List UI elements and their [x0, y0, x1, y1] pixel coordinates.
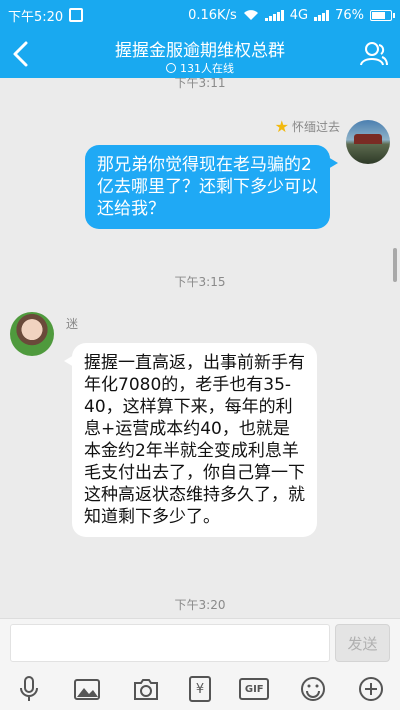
sender-nickname: ★ 怀缅过去 [275, 118, 340, 135]
scrollbar[interactable] [393, 248, 397, 282]
sender-name: 怀缅过去 [291, 120, 340, 134]
timestamp: 下午3:11 [174, 78, 226, 90]
gif-label: GIF [244, 683, 264, 695]
timestamp: 下午3:15 [174, 275, 226, 289]
online-icon [166, 63, 176, 73]
mic-icon[interactable] [14, 674, 44, 704]
emoji-icon[interactable] [298, 674, 328, 704]
qr-scan-icon [69, 8, 84, 22]
red-packet-label: ¥ [195, 681, 205, 697]
avatar[interactable] [346, 120, 390, 164]
battery-icon [370, 9, 395, 21]
signal-icon-2 [314, 9, 330, 21]
chat-title: 握握金服逾期维权总群 [115, 41, 285, 61]
input-toolbar: ¥ GIF [0, 668, 400, 710]
gif-icon[interactable]: GIF [239, 678, 270, 700]
status-bar: 下午5:20 0.16K/s 4G 76% [0, 0, 400, 30]
timestamp: 下午3:20 [174, 598, 226, 612]
avatar[interactable] [10, 312, 54, 356]
status-time: 下午5:20 [8, 9, 64, 25]
wifi-icon [243, 10, 258, 20]
plus-icon[interactable] [356, 674, 386, 704]
message-bubble[interactable]: 握握一直高返，出事前新手有年化7080的，老手也有35-40，这样算下来，每年的… [64, 343, 317, 537]
group-profile-icon[interactable] [358, 38, 390, 70]
battery-percent: 76% [335, 7, 364, 23]
message-input[interactable] [10, 624, 330, 662]
sender-nickname: 迷 [66, 317, 79, 331]
online-count-label: 131人在线 [180, 62, 234, 75]
back-arrow-icon[interactable] [6, 38, 38, 70]
title-bar: 握握金服逾期维权总群 131人在线 [0, 30, 400, 78]
input-bar: 发送 [0, 618, 400, 668]
chat-area[interactable]: 下午3:11 ★ 怀缅过去 那兄弟你觉得现在老马骗的2亿去哪里了？还剩下多少可以… [0, 78, 400, 618]
star-icon: ★ [274, 116, 289, 136]
camera-icon[interactable] [131, 674, 161, 704]
network-speed: 0.16K/s [188, 7, 237, 23]
message-bubble[interactable]: 那兄弟你觉得现在老马骗的2亿去哪里了？还剩下多少可以还给我？ [85, 145, 338, 229]
signal-icon [264, 9, 284, 21]
image-icon[interactable] [72, 674, 102, 704]
red-packet-icon[interactable]: ¥ [188, 676, 211, 702]
network-type: 4G [289, 7, 309, 23]
online-count: 131人在线 [60, 60, 340, 76]
send-button[interactable]: 发送 [335, 624, 390, 662]
